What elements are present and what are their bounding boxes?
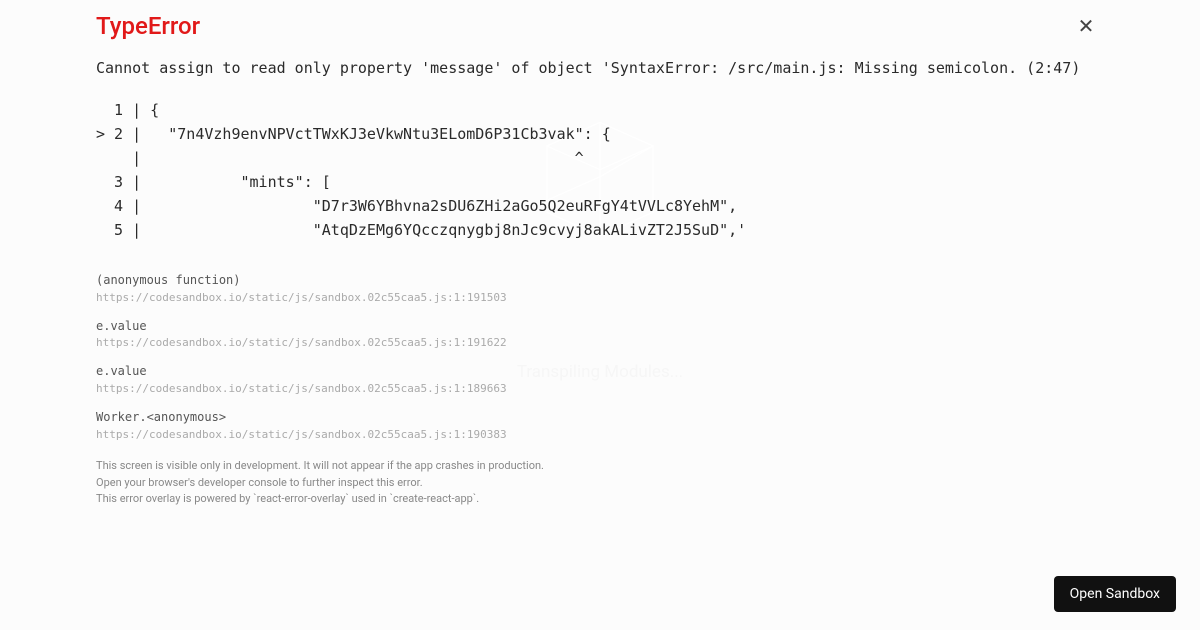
stack-trace: (anonymous function) https://codesandbox… (96, 272, 1104, 442)
stack-source-link[interactable]: https://codesandbox.io/static/js/sandbox… (96, 336, 507, 349)
stack-frame: e.value https://codesandbox.io/static/js… (96, 363, 1104, 397)
stack-call: (anonymous function) (96, 272, 1104, 289)
error-message: Cannot assign to read only property 'mes… (96, 56, 1104, 80)
error-title: TypeError (96, 12, 1104, 40)
stack-call: e.value (96, 318, 1104, 335)
footer-line: Open your browser's developer console to… (96, 475, 1104, 492)
footer-line: This error overlay is powered by `react-… (96, 491, 1104, 508)
stack-source-link[interactable]: https://codesandbox.io/static/js/sandbox… (96, 291, 507, 304)
stack-source-link[interactable]: https://codesandbox.io/static/js/sandbox… (96, 428, 507, 441)
stack-frame: (anonymous function) https://codesandbox… (96, 272, 1104, 306)
footer-note: This screen is visible only in developme… (96, 458, 1104, 508)
code-snippet: 1 | { > 2 | "7n4Vzh9envNPVctTWxKJ3eVkwNt… (96, 98, 1104, 242)
footer-line: This screen is visible only in developme… (96, 458, 1104, 475)
stack-frame: Worker.<anonymous> https://codesandbox.i… (96, 409, 1104, 443)
close-icon[interactable]: ✕ (1076, 16, 1096, 36)
stack-frame: e.value https://codesandbox.io/static/js… (96, 318, 1104, 352)
stack-call: Worker.<anonymous> (96, 409, 1104, 426)
stack-source-link[interactable]: https://codesandbox.io/static/js/sandbox… (96, 382, 507, 395)
stack-call: e.value (96, 363, 1104, 380)
error-overlay: ✕ TypeError Cannot assign to read only p… (0, 0, 1200, 630)
open-sandbox-button[interactable]: Open Sandbox (1054, 576, 1176, 612)
